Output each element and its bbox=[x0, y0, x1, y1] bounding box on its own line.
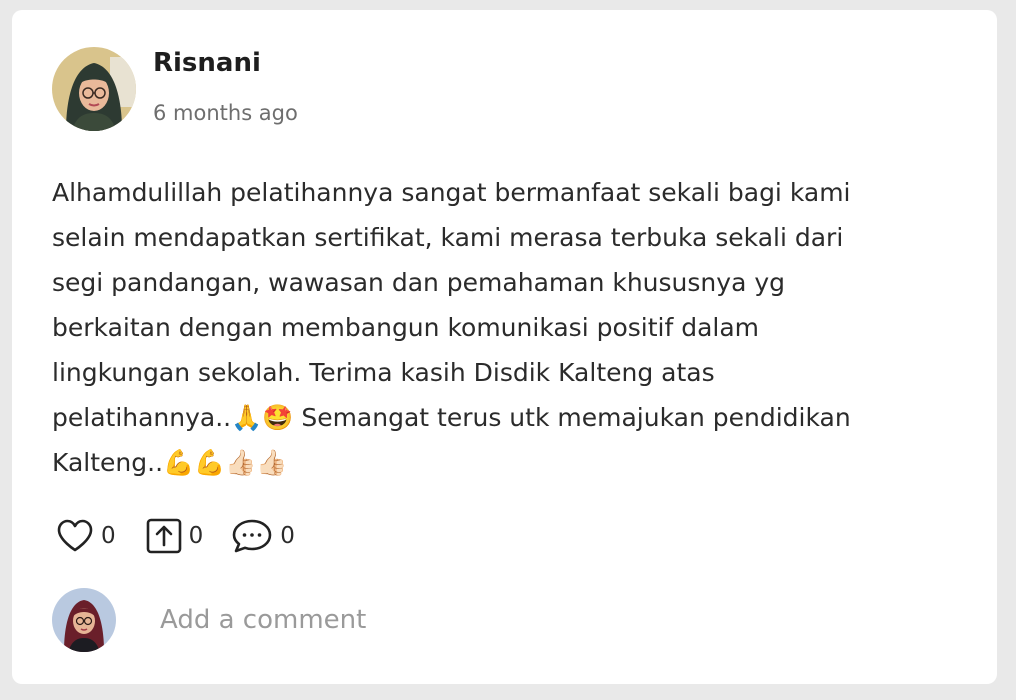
post-body-line: pelatihannya..🙏🤩 Semangat terus utk mema… bbox=[52, 403, 851, 432]
comment-count: 0 bbox=[280, 523, 295, 549]
post-timestamp: 6 months ago bbox=[153, 101, 298, 125]
share-count: 0 bbox=[188, 523, 204, 549]
post-body-line: lingkungan sekolah. Terima kasih Disdik … bbox=[52, 358, 715, 387]
like-button[interactable]: 0 bbox=[56, 519, 116, 553]
share-button[interactable]: 0 bbox=[146, 518, 204, 554]
share-up-arrow-icon bbox=[146, 518, 182, 554]
post-actions: 0 0 0 bbox=[56, 515, 295, 557]
author-avatar[interactable] bbox=[52, 47, 136, 131]
post-body-line: Alhamdulillah pelatihannya sangat berman… bbox=[52, 178, 851, 207]
post-body-line: segi pandangan, wawasan dan pemahaman kh… bbox=[52, 268, 785, 297]
post-body: Alhamdulillah pelatihannya sangat berman… bbox=[52, 170, 952, 485]
comment-button[interactable]: 0 bbox=[231, 518, 295, 554]
author-name[interactable]: Risnani bbox=[153, 48, 261, 78]
current-user-avatar bbox=[52, 588, 116, 652]
comment-input[interactable] bbox=[154, 598, 860, 642]
post-body-line: selain mendapatkan sertifikat, kami mera… bbox=[52, 223, 844, 252]
speech-bubble-icon bbox=[231, 518, 273, 554]
post-body-line: Kalteng..💪💪👍🏻👍🏻 bbox=[52, 448, 288, 477]
post-body-line: berkaitan dengan membangun komunikasi po… bbox=[52, 313, 760, 342]
post-card: Risnani 6 months ago Alhamdulillah pelat… bbox=[12, 10, 997, 684]
like-count: 0 bbox=[101, 523, 116, 549]
heart-icon bbox=[56, 519, 94, 553]
